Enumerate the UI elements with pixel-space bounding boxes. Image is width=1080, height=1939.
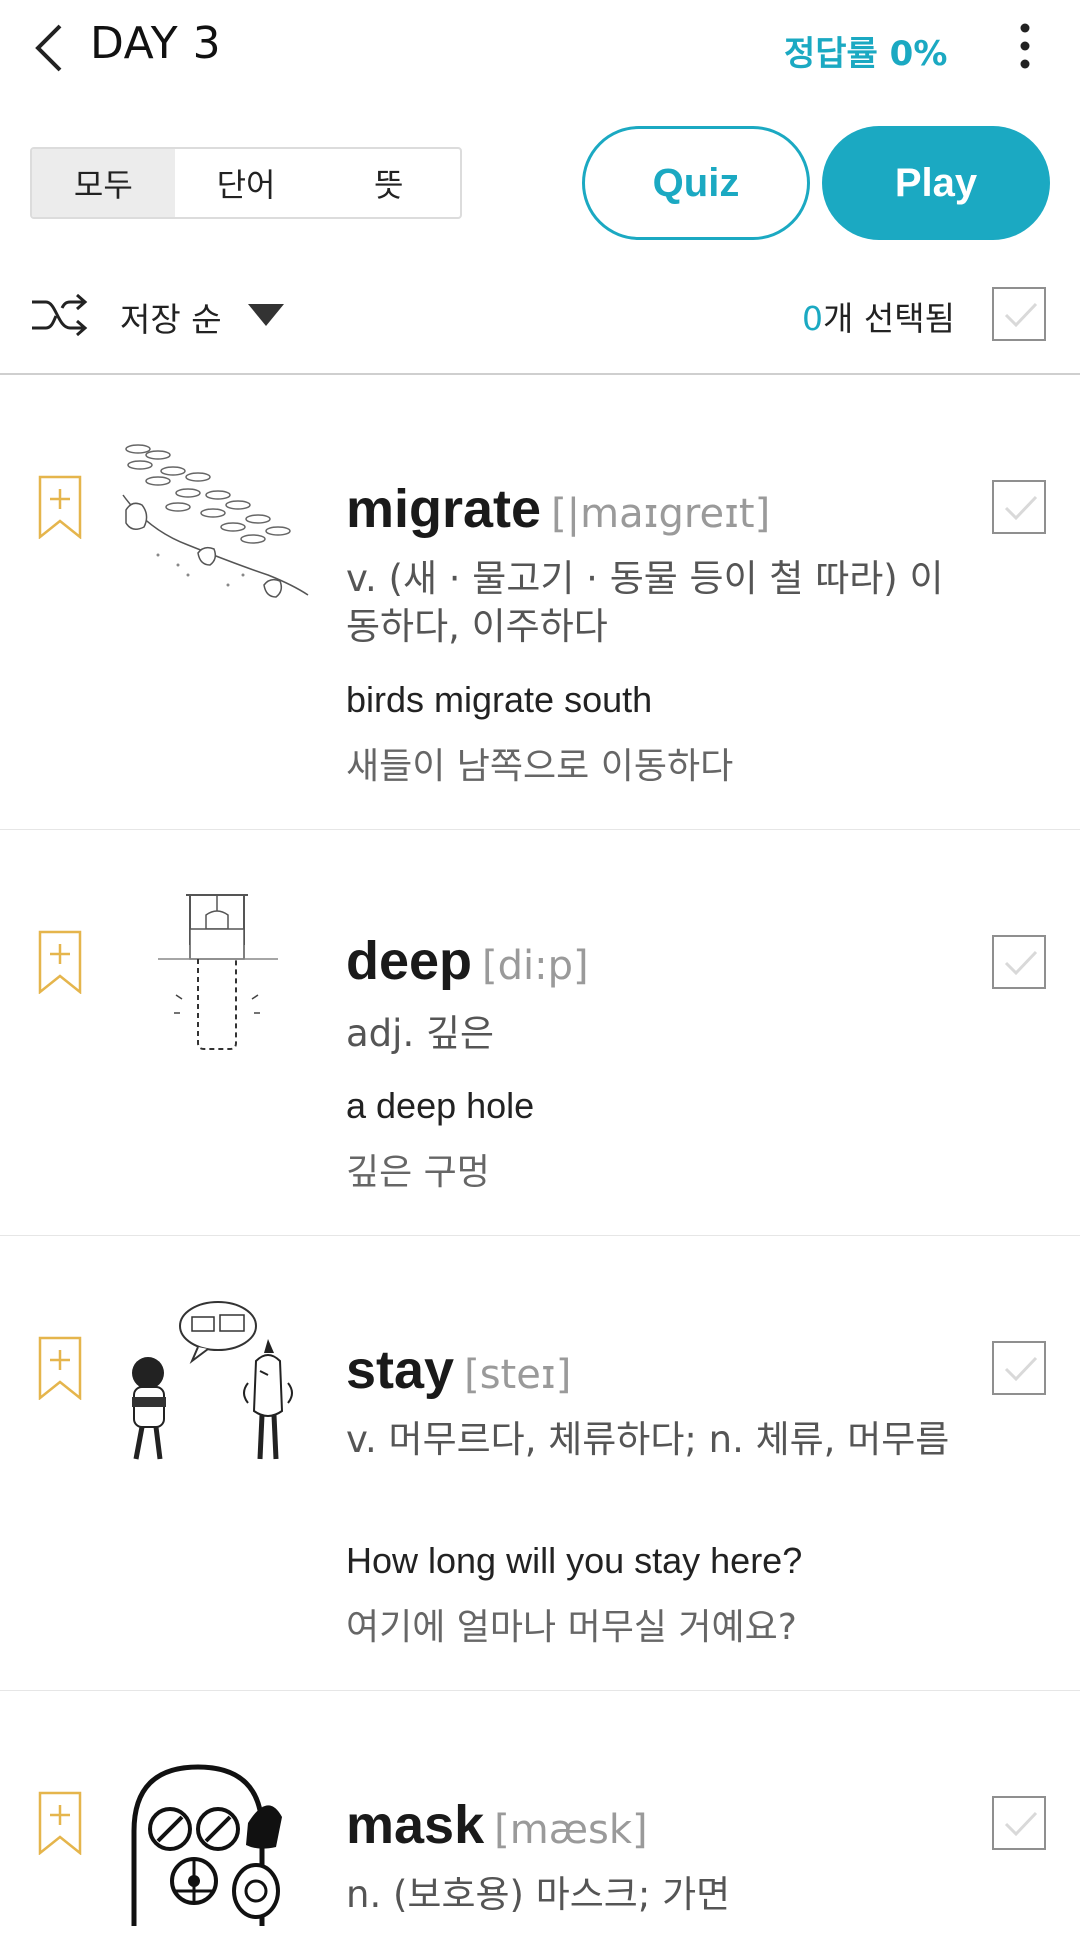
check-icon [1004,1811,1038,1837]
correct-rate: 정답률 0% [784,34,948,74]
example-english: a deep hole [346,1085,535,1126]
word-card-mask[interactable]: mask [mæsk] n. (보호용) 마스크; 가면 [0,1691,1080,1939]
sort-label[interactable]: 저장 순 [120,293,222,341]
word-text: stay [346,1340,455,1400]
view-filter-segment: 모두 단어 뜻 [30,147,462,219]
word-line: mask [mæsk] [346,1794,648,1856]
word-meaning: v. 머무르다, 체류하다; n. 체류, 머무름 [346,1418,950,1461]
example-english: How long will you stay here? [346,1540,803,1581]
selected-count: 0개 선택됨 [802,292,955,340]
back-icon[interactable] [22,16,82,76]
word-meaning: v. (새 · 물고기 · 동물 등이 철 따라) 이동하다, 이주하다 [346,557,944,648]
pronunciation: [mæsk] [494,1807,648,1853]
selected-count-suffix: 개 선택됨 [823,299,955,338]
example-korean: 여기에 얼마나 머무실 거예요? [346,1607,797,1648]
word-checkbox[interactable] [992,935,1046,989]
example-english: birds migrate south [346,679,653,720]
page-title: DAY 3 [90,18,222,69]
segment-word[interactable]: 단어 [175,149,318,217]
check-icon [1004,950,1038,976]
word-line: deep [di:p] [346,930,589,992]
well-illustration [118,885,318,1065]
pronunciation: [steɪ] [464,1352,572,1398]
word-card-stay[interactable]: stay [steɪ] v. 머무르다, 체류하다; n. 체류, 머무름 How… [0,1236,1080,1691]
bookmark-add-icon[interactable] [38,475,82,540]
word-meaning: adj. 깊은 [346,1012,495,1055]
bookmark-add-icon[interactable] [38,1336,82,1401]
example-korean: 깊은 구멍 [346,1152,490,1193]
gas-mask-illustration [118,1751,318,1931]
pronunciation: [di:p] [482,943,589,989]
more-icon[interactable] [1000,16,1050,76]
check-icon [1004,1356,1038,1382]
word-checkbox[interactable] [992,1796,1046,1850]
caret-down-icon[interactable] [248,304,284,328]
word-meaning: n. (보호용) 마스크; 가면 [346,1873,731,1916]
bookmark-add-icon[interactable] [38,1791,82,1856]
app-bar: DAY 3 정답률 0% [0,0,1080,100]
play-button[interactable]: Play [822,126,1050,240]
word-line: migrate [|maɪgreɪt] [346,478,770,540]
bookmark-add-icon[interactable] [38,930,82,995]
word-line: stay [steɪ] [346,1339,571,1401]
word-checkbox[interactable] [992,1341,1046,1395]
word-text: deep [346,931,473,991]
select-all-checkbox[interactable] [992,287,1046,341]
example-korean: 새들이 남쪽으로 이동하다 [346,746,734,787]
word-card-migrate[interactable]: migrate [|maɪgreɪt] v. (새 · 물고기 · 동물 등이 철… [0,375,1080,830]
selected-count-number: 0 [802,299,823,338]
word-checkbox[interactable] [992,480,1046,534]
word-text: migrate [346,479,542,539]
two-people-illustration [118,1291,318,1471]
segment-all[interactable]: 모두 [32,149,175,217]
check-icon [1004,495,1038,521]
quiz-button[interactable]: Quiz [582,126,810,240]
fish-school-illustration [118,435,318,615]
word-text: mask [346,1795,485,1855]
pronunciation: [|maɪgreɪt] [551,491,771,537]
shuffle-icon[interactable] [28,290,90,340]
check-icon [1004,302,1038,328]
segment-meaning[interactable]: 뜻 [317,149,460,217]
word-card-deep[interactable]: deep [di:p] adj. 깊은 a deep hole 깊은 구멍 [0,830,1080,1236]
